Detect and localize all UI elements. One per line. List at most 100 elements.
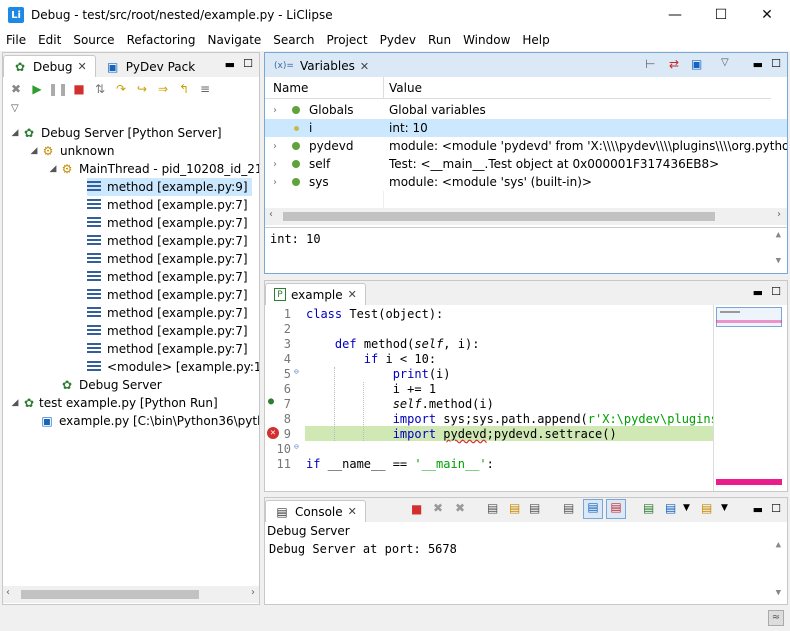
scroll-lock-icon[interactable]: ▤ xyxy=(509,501,520,515)
tab-debug[interactable]: ✿ Debug ✕ xyxy=(3,55,96,77)
chevron-down-icon[interactable]: ◢ xyxy=(47,164,59,174)
close-icon[interactable]: ✕ xyxy=(77,60,86,73)
minimize-button[interactable]: — xyxy=(652,0,698,30)
stack-frame-row[interactable]: <module> [example.py:12] xyxy=(87,358,259,376)
stack-frame-row[interactable]: method [example.py:9] xyxy=(87,178,252,196)
variable-row[interactable]: › Globals Global variables xyxy=(265,101,771,119)
chevron-down-icon[interactable]: ◢ xyxy=(9,398,21,408)
scroll-down-icon[interactable]: ▼ xyxy=(776,588,781,598)
code-line[interactable]: class Test(object): xyxy=(306,307,443,322)
suspend-icon[interactable]: ❚❚ xyxy=(48,80,68,98)
code-line[interactable]: if __name__ == '__main__': xyxy=(306,457,494,472)
close-window-button[interactable]: ✕ xyxy=(744,0,790,30)
drop-to-frame-icon[interactable]: ↰ xyxy=(175,80,193,98)
close-icon[interactable]: ✕ xyxy=(360,60,369,73)
maximize-view-icon[interactable]: ☐ xyxy=(771,285,781,298)
tree-item-python-run[interactable]: ◢ ✿ test example.py [Python Run] xyxy=(9,394,218,412)
scrollbar-thumb[interactable] xyxy=(21,590,199,599)
tree-item-debug-server[interactable]: ◢ ✿ Debug Server [Python Server] xyxy=(9,124,222,142)
variable-row[interactable]: › self Test: <__main__.Test object at 0x… xyxy=(265,155,787,173)
variable-row[interactable]: › pydevd module: <module 'pydevd' from '… xyxy=(265,137,787,155)
menu-project[interactable]: Project xyxy=(321,30,374,51)
minimap-viewport[interactable] xyxy=(716,307,782,327)
stack-frame-row[interactable]: method [example.py:7] xyxy=(87,322,248,340)
menu-run[interactable]: Run xyxy=(422,30,457,51)
chevron-right-icon[interactable]: › xyxy=(273,141,277,152)
tree-item-thread[interactable]: ◢ ⚙ MainThread - pid_10208_id_2143 xyxy=(47,160,259,178)
step-over-icon[interactable]: ↪ xyxy=(133,80,151,98)
menu-navigate[interactable]: Navigate xyxy=(201,30,267,51)
chevron-right-icon[interactable]: › xyxy=(273,105,277,116)
menu-source[interactable]: Source xyxy=(67,30,120,51)
tab-console[interactable]: ▤ Console ✕ xyxy=(265,500,366,522)
chevron-down-icon[interactable]: ◢ xyxy=(9,128,21,138)
console-output[interactable]: Debug Server at port: 5678 ▲ ▼ xyxy=(265,538,787,604)
maximize-view-icon[interactable]: ☐ xyxy=(243,57,253,70)
step-into-icon[interactable]: ↷ xyxy=(112,80,130,98)
code-line[interactable]: print(i) xyxy=(306,367,451,382)
debug-tree-horizontal-scrollbar[interactable]: ‹ › xyxy=(3,586,259,603)
minimize-view-icon[interactable]: ▬ xyxy=(753,503,763,516)
column-value-header[interactable]: Value xyxy=(389,81,422,95)
code-line[interactable]: i += 1 xyxy=(306,382,436,397)
menu-search[interactable]: Search xyxy=(267,30,320,51)
clear-console-icon[interactable]: ▤ xyxy=(487,501,498,515)
minimap-error-marker[interactable] xyxy=(716,479,782,485)
scroll-right-icon[interactable]: › xyxy=(777,209,781,220)
stack-frame-row[interactable]: method [example.py:7] xyxy=(87,250,248,268)
minimize-view-icon[interactable]: ▬ xyxy=(753,286,763,299)
tab-pydev-pack[interactable]: ▣ PyDev Pack xyxy=(96,55,204,77)
code-editor[interactable]: ● ✕ ⊖ ⊖ 1 class Test(object): 2 3 def me… xyxy=(265,305,713,491)
tree-item-debug-server-process[interactable]: ✿ Debug Server xyxy=(47,376,162,394)
scroll-right-icon[interactable]: › xyxy=(251,587,255,598)
word-wrap-icon[interactable]: ▤ xyxy=(529,501,540,515)
menu-refactoring[interactable]: Refactoring xyxy=(121,30,202,51)
terminate-icon[interactable]: ■ xyxy=(70,80,88,98)
tab-example[interactable]: P example ✕ xyxy=(265,283,366,305)
code-line[interactable]: if i < 10: xyxy=(306,352,436,367)
stack-frame-row[interactable]: method [example.py:7] xyxy=(87,340,248,358)
tree-item-process[interactable]: ◢ ⚙ unknown xyxy=(28,142,115,160)
remove-terminated-icon[interactable]: ✖ xyxy=(7,80,25,98)
stack-frame-row[interactable]: method [example.py:7] xyxy=(87,196,248,214)
code-line[interactable]: self.method(i) xyxy=(306,397,494,412)
chevron-right-icon[interactable]: › xyxy=(273,177,277,188)
scrollbar-thumb[interactable] xyxy=(283,212,715,221)
display-selected-console-icon[interactable]: ▤ xyxy=(665,501,676,515)
menu-pydev[interactable]: Pydev xyxy=(374,30,422,51)
resume-icon[interactable]: ▶ xyxy=(28,80,46,98)
scroll-up-icon[interactable]: ▲ xyxy=(776,230,781,240)
chevron-down-icon[interactable]: ◢ xyxy=(28,146,40,156)
remove-launch-icon[interactable]: ✖ xyxy=(433,501,443,515)
minimap[interactable] xyxy=(713,305,783,491)
remove-all-terminated-icon[interactable]: ✖ xyxy=(455,501,465,515)
close-icon[interactable]: ✕ xyxy=(348,505,357,518)
stack-frame-row[interactable]: method [example.py:7] xyxy=(87,232,248,250)
menu-file[interactable]: File xyxy=(0,30,32,51)
variable-row[interactable]: › sys module: <module 'sys' (built-in)> xyxy=(265,173,787,191)
step-return-icon[interactable]: ⇒ xyxy=(154,80,172,98)
show-on-stdout-icon[interactable]: ▤ xyxy=(583,499,603,519)
maximize-view-icon[interactable]: ☐ xyxy=(771,57,781,70)
code-line[interactable]: import pydevd;pydevd.settrace() xyxy=(306,427,617,442)
chevron-right-icon[interactable]: › xyxy=(273,159,277,170)
tab-variables[interactable]: (x)= Variables ✕ xyxy=(265,55,378,77)
tree-item-python-process[interactable]: ▣ example.py [C:\bin\Python36\pytho xyxy=(39,412,259,430)
fold-icon[interactable]: ⊖ xyxy=(294,367,299,376)
open-console-icon[interactable]: ▤ xyxy=(643,501,654,515)
column-name-header[interactable]: Name xyxy=(273,81,308,95)
add-watch-icon[interactable]: ⇄ xyxy=(669,57,679,71)
minimize-view-icon[interactable]: ▬ xyxy=(225,58,235,71)
stack-frame-row[interactable]: method [example.py:7] xyxy=(87,268,248,286)
scroll-left-icon[interactable]: ‹ xyxy=(269,209,273,220)
scroll-down-icon[interactable]: ▼ xyxy=(776,256,781,266)
show-type-names-icon[interactable]: ⊢ xyxy=(645,57,655,71)
maximize-view-icon[interactable]: ☐ xyxy=(771,502,781,515)
close-icon[interactable]: ✕ xyxy=(348,288,357,301)
chevron-down-icon[interactable]: ▼ xyxy=(721,503,728,513)
variable-detail-pane[interactable]: int: 10 ▲ ▼ xyxy=(265,227,787,273)
maximize-button[interactable]: ☐ xyxy=(698,0,744,30)
stack-frame-row[interactable]: method [example.py:7] xyxy=(87,286,248,304)
pin-console-icon[interactable]: ▤ xyxy=(563,501,574,515)
menu-edit[interactable]: Edit xyxy=(32,30,67,51)
